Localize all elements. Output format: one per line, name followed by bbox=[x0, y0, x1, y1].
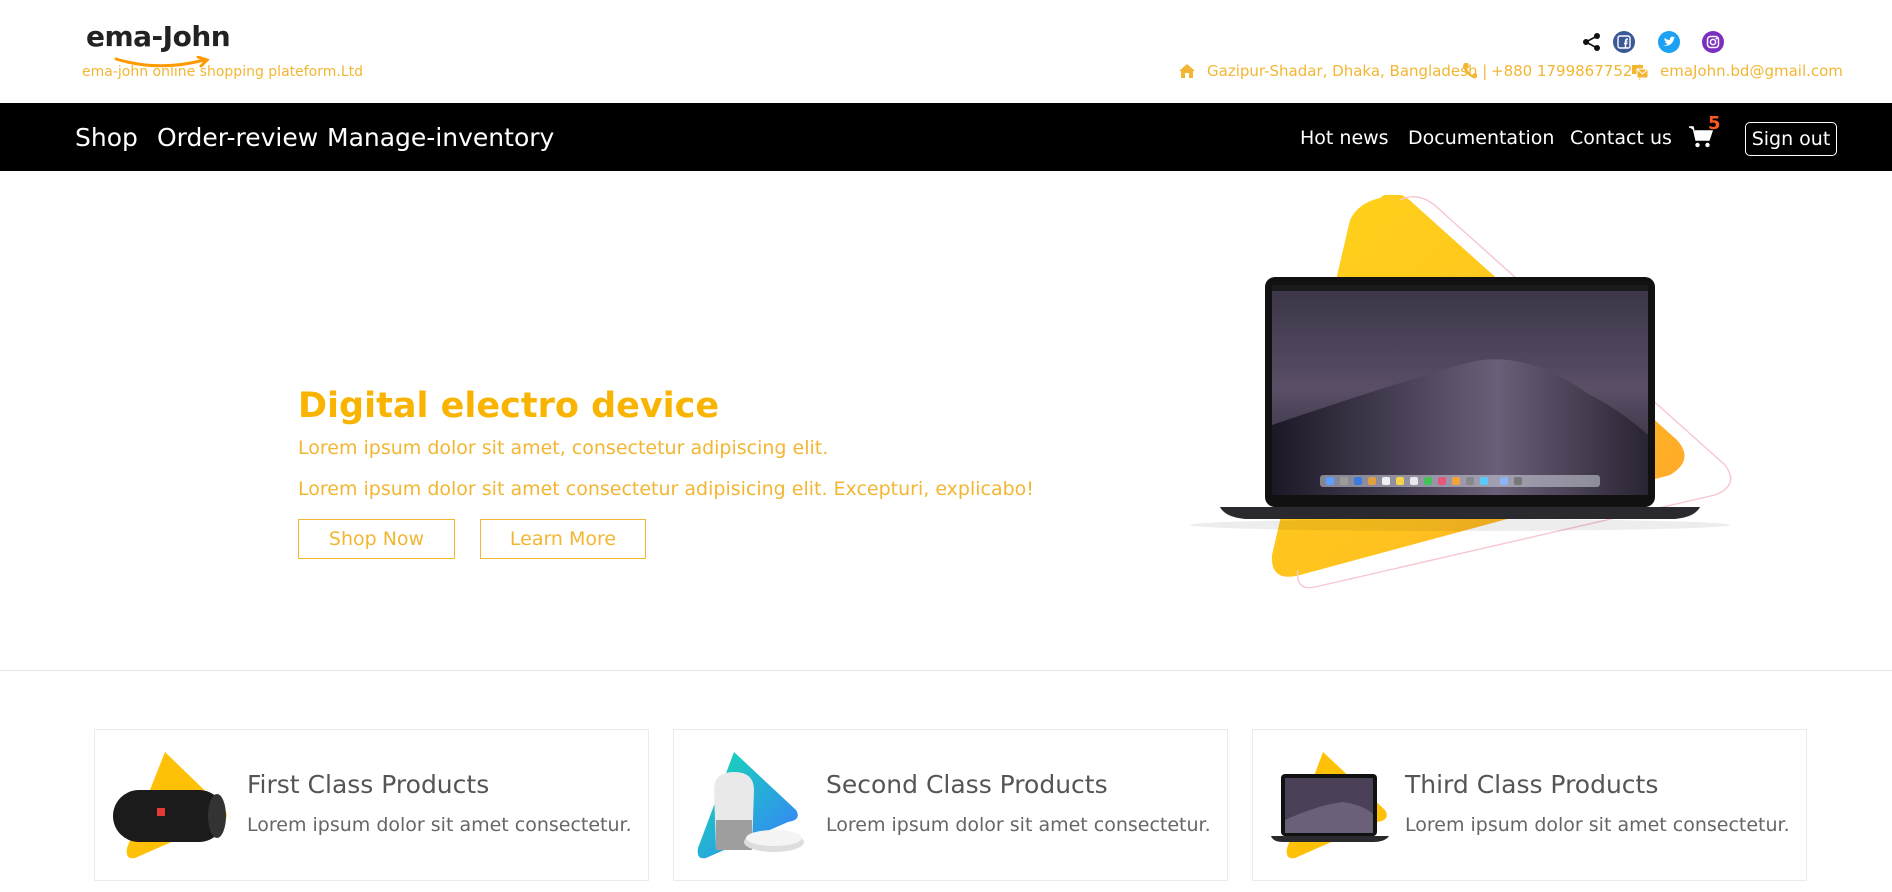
top-bar: ema-John ema-john online shopping platef… bbox=[0, 0, 1892, 103]
instagram-icon[interactable] bbox=[1702, 31, 1724, 53]
twitter-icon[interactable] bbox=[1658, 31, 1680, 53]
product-card-third[interactable]: Third Class Products Lorem ipsum dolor s… bbox=[1252, 729, 1807, 881]
main-navbar: Shop Order-review Manage-inventory Hot n… bbox=[0, 103, 1892, 171]
product-card-second[interactable]: Second Class Products Lorem ipsum dolor … bbox=[673, 729, 1228, 881]
card-title: Third Class Products bbox=[1405, 770, 1659, 799]
nav-link-manage-inventory[interactable]: Manage-inventory bbox=[327, 123, 554, 152]
facebook-icon[interactable] bbox=[1613, 31, 1635, 53]
phone-icon bbox=[1463, 63, 1477, 79]
section-divider bbox=[0, 670, 1892, 671]
card-text: Lorem ipsum dolor sit amet consectetur. bbox=[1405, 814, 1790, 836]
product-card-first[interactable]: First Class Products Lorem ipsum dolor s… bbox=[94, 729, 649, 881]
share-icon[interactable] bbox=[1581, 31, 1603, 53]
cart-count-badge: 5 bbox=[1708, 113, 1721, 134]
hero-title: Digital electro device bbox=[298, 386, 720, 426]
smart-speaker-image bbox=[697, 752, 804, 859]
contact-phone[interactable]: +880 1799867752 | bbox=[1491, 62, 1642, 80]
mail-icon bbox=[1632, 65, 1649, 79]
brand-tagline: ema-john online shopping plateform.Ltd bbox=[82, 64, 364, 80]
card-text: Lorem ipsum dolor sit amet consectetur. bbox=[826, 814, 1211, 836]
home-icon bbox=[1179, 64, 1195, 78]
card-text: Lorem ipsum dolor sit amet consectetur. bbox=[247, 814, 632, 836]
nav-link-shop[interactable]: Shop bbox=[75, 123, 138, 152]
hero-text-1: Lorem ipsum dolor sit amet, consectetur … bbox=[298, 437, 829, 459]
card-title: First Class Products bbox=[247, 770, 490, 799]
brand-logo[interactable]: ema-John bbox=[86, 20, 246, 68]
laptop-image bbox=[1271, 752, 1389, 859]
nav-link-documentation[interactable]: Documentation bbox=[1408, 127, 1554, 149]
contact-address: Gazipur-Shadar, Dhaka, Bangladesh | bbox=[1207, 62, 1488, 80]
nav-link-contact-us[interactable]: Contact us bbox=[1570, 127, 1672, 149]
logo-text: ema-John bbox=[86, 20, 231, 53]
contact-email[interactable]: emaJohn.bd@gmail.com bbox=[1660, 62, 1843, 80]
card-title: Second Class Products bbox=[826, 770, 1108, 799]
hero-laptop-image bbox=[1190, 195, 1732, 589]
learn-more-button[interactable]: Learn More bbox=[480, 519, 646, 559]
sign-out-button[interactable]: Sign out bbox=[1745, 122, 1837, 156]
nav-link-order-review[interactable]: Order-review bbox=[157, 123, 318, 152]
speaker-image bbox=[113, 752, 227, 859]
hero-text-2: Lorem ipsum dolor sit amet consectetur a… bbox=[298, 478, 1034, 500]
nav-link-hot-news[interactable]: Hot news bbox=[1300, 127, 1389, 149]
shop-now-button[interactable]: Shop Now bbox=[298, 519, 455, 559]
